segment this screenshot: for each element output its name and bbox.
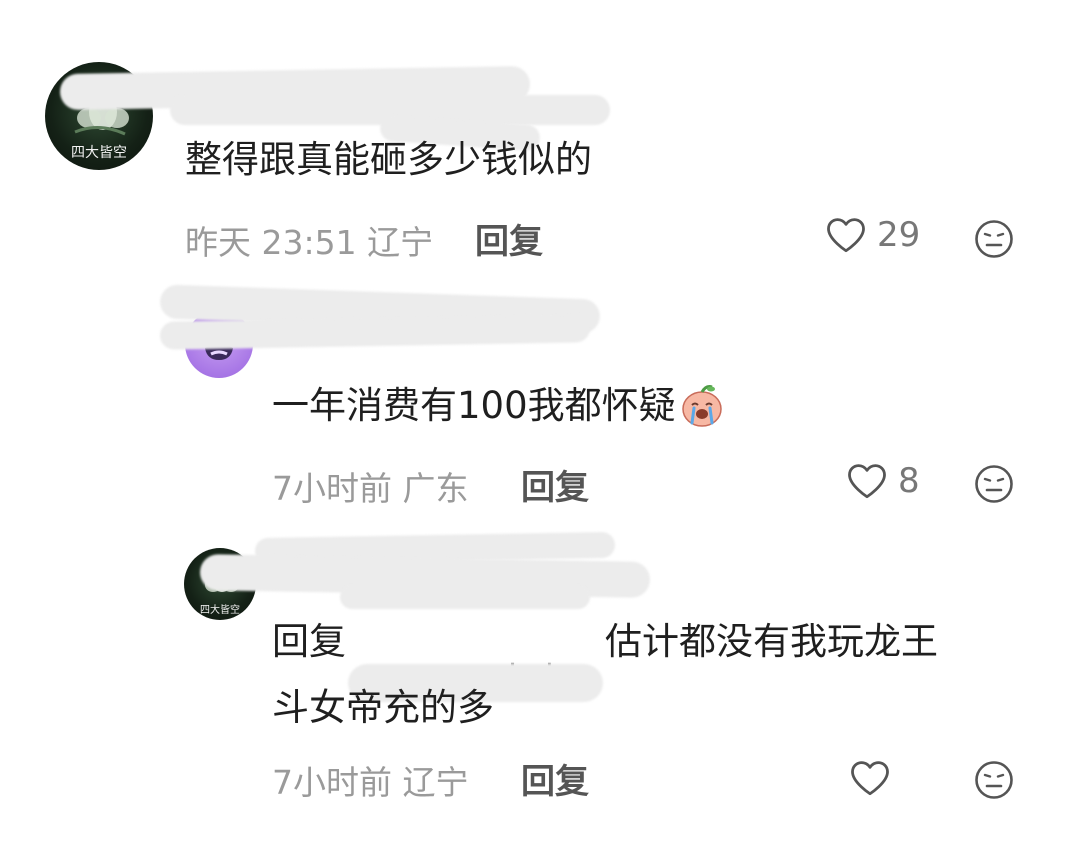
comment-text: 回复大李：估计都没有我玩龙王 xyxy=(272,614,938,703)
comment-text: 整得跟真能砸多少钱似的 xyxy=(185,138,592,181)
avatar-caption: 四大皆空 xyxy=(200,605,240,616)
heart-outline-icon xyxy=(848,464,886,499)
like-button[interactable]: 29 xyxy=(825,215,920,255)
reply-button[interactable]: 回复 xyxy=(521,460,589,509)
like-button[interactable]: 8 xyxy=(846,461,920,501)
crying-peach-emoji xyxy=(681,384,722,427)
comment-text: 斗女帝充的多 xyxy=(272,686,494,729)
like-count: 8 xyxy=(898,461,920,501)
reply-prefix: 回复 xyxy=(272,620,346,663)
comment-timestamp: 7小时前 辽宁 xyxy=(272,763,469,802)
like-button[interactable] xyxy=(849,758,891,798)
heart-outline-icon xyxy=(851,761,889,796)
comment-text-body: 估计都没有我玩龙王 xyxy=(605,620,938,663)
reply-button[interactable]: 回复 xyxy=(475,214,543,263)
reply-button[interactable]: 回复 xyxy=(521,754,589,803)
neutral-face-icon[interactable] xyxy=(974,760,1014,800)
comment-text-body: 一年消费有100我都怀疑 xyxy=(272,384,676,427)
neutral-face-icon[interactable] xyxy=(974,464,1014,504)
comment-timestamp: 昨天 23:51 辽宁 xyxy=(185,223,434,262)
neutral-face-icon[interactable] xyxy=(974,219,1014,259)
avatar-caption: 四大皆空 xyxy=(71,145,127,161)
comment-timestamp: 7小时前 广东 xyxy=(272,469,469,508)
like-count: 29 xyxy=(877,215,921,255)
comment-text: 一年消费有100我都怀疑 xyxy=(272,378,726,434)
redacted-username xyxy=(340,585,590,609)
heart-outline-icon xyxy=(827,218,865,253)
